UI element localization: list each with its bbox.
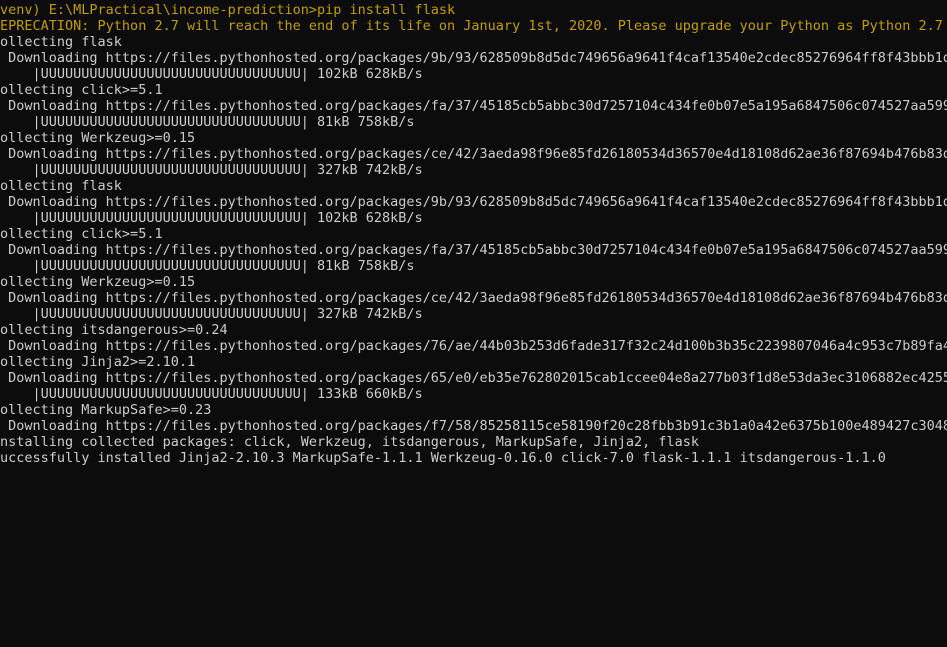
terminal-line: Collecting Werkzeug>=0.15 (0, 274, 196, 290)
terminal-line: Collecting Jinja2>=2.10.1 (0, 354, 196, 370)
terminal-line: Downloading https://files.pythonhosted.o… (8, 418, 947, 434)
terminal-line: |UUUUUUUUUUUUUUUUUUUUUUUUUUUUUUUU| 327kB… (0, 306, 423, 322)
terminal-line: |UUUUUUUUUUUUUUUUUUUUUUUUUUUUUUUU| 133kB… (0, 386, 423, 402)
terminal-line: Downloading https://files.pythonhosted.o… (8, 338, 947, 354)
terminal-line: Collecting flask (0, 34, 122, 50)
terminal-line: Collecting flask (0, 178, 122, 194)
terminal-line: Downloading https://files.pythonhosted.o… (8, 194, 947, 210)
terminal-line: (venv) E:\MLPractical\income-prediction>… (0, 2, 456, 18)
terminal-line: |UUUUUUUUUUUUUUUUUUUUUUUUUUUUUUUU| 102kB… (0, 66, 423, 82)
terminal-line: Collecting MarkupSafe>=0.23 (0, 402, 212, 418)
terminal-line: |UUUUUUUUUUUUUUUUUUUUUUUUUUUUUUUU| 102kB… (0, 210, 423, 226)
terminal-line: |UUUUUUUUUUUUUUUUUUUUUUUUUUUUUUUU| 81kB … (0, 258, 415, 274)
terminal-line: |UUUUUUUUUUUUUUUUUUUUUUUUUUUUUUUU| 327kB… (0, 162, 423, 178)
terminal-line: Downloading https://files.pythonhosted.o… (8, 290, 947, 306)
terminal-line: Downloading https://files.pythonhosted.o… (8, 98, 947, 114)
terminal-window[interactable]: (venv) E:\MLPractical\income-prediction>… (0, 0, 947, 647)
terminal-line: Downloading https://files.pythonhosted.o… (8, 370, 947, 386)
terminal-line: DEPRECATION: Python 2.7 will reach the e… (0, 18, 943, 34)
terminal-output-buffer: (venv) E:\MLPractical\income-prediction>… (0, 2, 947, 466)
terminal-line: Downloading https://files.pythonhosted.o… (8, 242, 947, 258)
terminal-line: Collecting click>=5.1 (0, 226, 163, 242)
terminal-line: |UUUUUUUUUUUUUUUUUUUUUUUUUUUUUUUU| 81kB … (0, 114, 415, 130)
terminal-line: Collecting click>=5.1 (0, 82, 163, 98)
terminal-line: Downloading https://files.pythonhosted.o… (8, 50, 947, 66)
terminal-line: Collecting itsdangerous>=0.24 (0, 322, 228, 338)
terminal-line: Collecting Werkzeug>=0.15 (0, 130, 196, 146)
terminal-line: Successfully installed Jinja2-2.10.3 Mar… (0, 450, 886, 466)
terminal-line: Installing collected packages: click, We… (0, 434, 699, 450)
terminal-line: Downloading https://files.pythonhosted.o… (8, 146, 947, 162)
